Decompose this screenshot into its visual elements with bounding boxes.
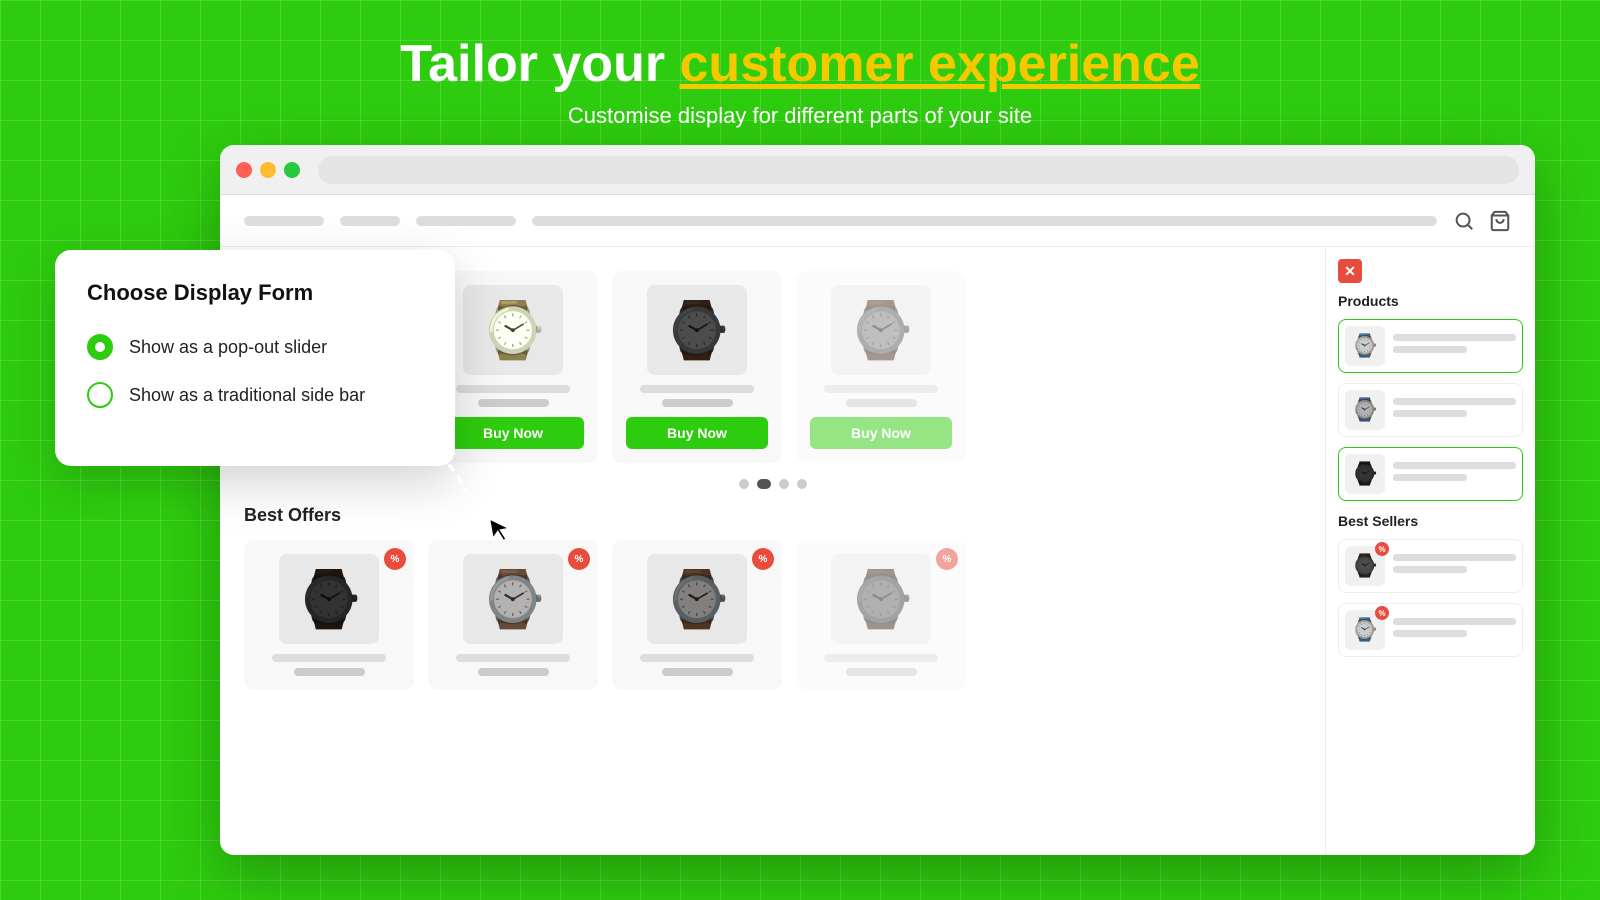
product-card: ⌚ Buy Now	[612, 271, 782, 463]
nav-placeholder-3	[416, 216, 516, 226]
panel-line-short	[1393, 630, 1467, 637]
panel-product-item: ⌚	[1338, 447, 1523, 501]
browser-dot-green[interactable]	[284, 162, 300, 178]
product-image: ⌚	[463, 554, 563, 644]
panel-line-short	[1393, 474, 1467, 481]
offer-card: % ⌚	[244, 540, 414, 690]
panel-close-button[interactable]: ✕	[1338, 259, 1362, 283]
offer-card: % ⌚	[796, 540, 966, 690]
discount-badge: %	[568, 548, 590, 570]
best-offers-row: % ⌚ % ⌚	[244, 540, 1301, 690]
nav-placeholder-1	[244, 216, 324, 226]
product-price-bar	[478, 668, 549, 676]
header-area: Tailor your customer experience Customis…	[400, 0, 1200, 129]
panel-product-lines	[1393, 398, 1516, 422]
carousel-dot[interactable]	[739, 479, 749, 489]
product-price-bar	[846, 399, 917, 407]
nav-placeholder-2	[340, 216, 400, 226]
browser-dot-red[interactable]	[236, 162, 252, 178]
browser-bar	[220, 145, 1535, 195]
nav-placeholder-4	[532, 216, 1437, 226]
browser-urlbar	[318, 156, 1519, 184]
panel-best-seller-item: ⌚ %	[1338, 539, 1523, 593]
buy-now-button[interactable]: Buy Now	[810, 417, 952, 449]
panel-line	[1393, 554, 1516, 561]
badge-dot: %	[1375, 542, 1389, 556]
dashed-pointer-line	[365, 421, 485, 521]
panel-line-short	[1393, 566, 1467, 573]
panel-line	[1393, 618, 1516, 625]
panel-line	[1393, 334, 1516, 341]
product-price-bar	[662, 399, 733, 407]
panel-line	[1393, 462, 1516, 469]
product-name-bar	[640, 654, 754, 662]
radio-label-slider: Show as a pop-out slider	[129, 337, 327, 358]
product-name-bar	[456, 385, 570, 393]
discount-badge: %	[384, 548, 406, 570]
product-price-bar	[846, 668, 917, 676]
radio-label-sidebar: Show as a traditional side bar	[129, 385, 365, 406]
carousel-dot-active[interactable]	[757, 479, 771, 489]
display-form-card: Choose Display Form Show as a pop-out sl…	[55, 250, 455, 466]
headline-text1: Tailor your	[400, 35, 679, 93]
product-image: ⌚	[463, 285, 563, 375]
buy-now-button[interactable]: Buy Now	[626, 417, 768, 449]
discount-badge: %	[936, 548, 958, 570]
product-price-bar	[294, 668, 365, 676]
product-name-bar	[640, 385, 754, 393]
headline: Tailor your customer experience	[400, 36, 1200, 93]
search-icon[interactable]	[1453, 210, 1475, 232]
product-image: ⌚	[831, 285, 931, 375]
offer-card: % ⌚	[428, 540, 598, 690]
panel-line-short	[1393, 410, 1467, 417]
radio-circle-slider[interactable]	[87, 334, 113, 360]
right-panel: ✕ Products ⌚ ⌚	[1325, 247, 1535, 855]
panel-product-lines	[1393, 554, 1516, 578]
discount-badge: %	[752, 548, 774, 570]
panel-best-seller-item: ⌚ %	[1338, 603, 1523, 657]
carousel-dot[interactable]	[779, 479, 789, 489]
headline-highlight: customer experience	[680, 35, 1200, 93]
carousel-dot[interactable]	[797, 479, 807, 489]
site-nav	[220, 195, 1535, 247]
badge-dot: %	[1375, 606, 1389, 620]
display-form-title: Choose Display Form	[87, 280, 423, 306]
product-card: ⌚ Buy Now	[796, 271, 966, 463]
product-image: ⌚	[647, 285, 747, 375]
product-price-bar	[662, 668, 733, 676]
product-image: ⌚	[279, 554, 379, 644]
product-name-bar	[456, 654, 570, 662]
product-image: ⌚	[831, 554, 931, 644]
cart-icon[interactable]	[1489, 210, 1511, 232]
panel-products-title: Products	[1338, 293, 1523, 309]
panel-product-image: ⌚	[1345, 326, 1385, 366]
product-price-bar	[478, 399, 549, 407]
panel-best-sellers-title: Best Sellers	[1338, 513, 1523, 529]
radio-option-slider[interactable]: Show as a pop-out slider	[87, 334, 423, 360]
panel-product-image: ⌚	[1345, 454, 1385, 494]
page-wrapper: Tailor your customer experience Customis…	[0, 0, 1600, 900]
product-name-bar	[272, 654, 386, 662]
panel-product-lines	[1393, 462, 1516, 486]
panel-line	[1393, 398, 1516, 405]
product-image: ⌚	[647, 554, 747, 644]
panel-product-item: ⌚	[1338, 319, 1523, 373]
panel-product-lines	[1393, 618, 1516, 642]
nav-icons	[1453, 210, 1511, 232]
radio-option-sidebar[interactable]: Show as a traditional side bar	[87, 382, 423, 408]
radio-circle-sidebar[interactable]	[87, 382, 113, 408]
subheadline: Customise display for different parts of…	[400, 103, 1200, 129]
panel-line-short	[1393, 346, 1467, 353]
product-name-bar	[824, 654, 938, 662]
panel-product-item: ⌚	[1338, 383, 1523, 437]
browser-dot-yellow[interactable]	[260, 162, 276, 178]
offer-card: % ⌚	[612, 540, 782, 690]
panel-product-lines	[1393, 334, 1516, 358]
product-name-bar	[824, 385, 938, 393]
panel-product-image: ⌚	[1345, 390, 1385, 430]
